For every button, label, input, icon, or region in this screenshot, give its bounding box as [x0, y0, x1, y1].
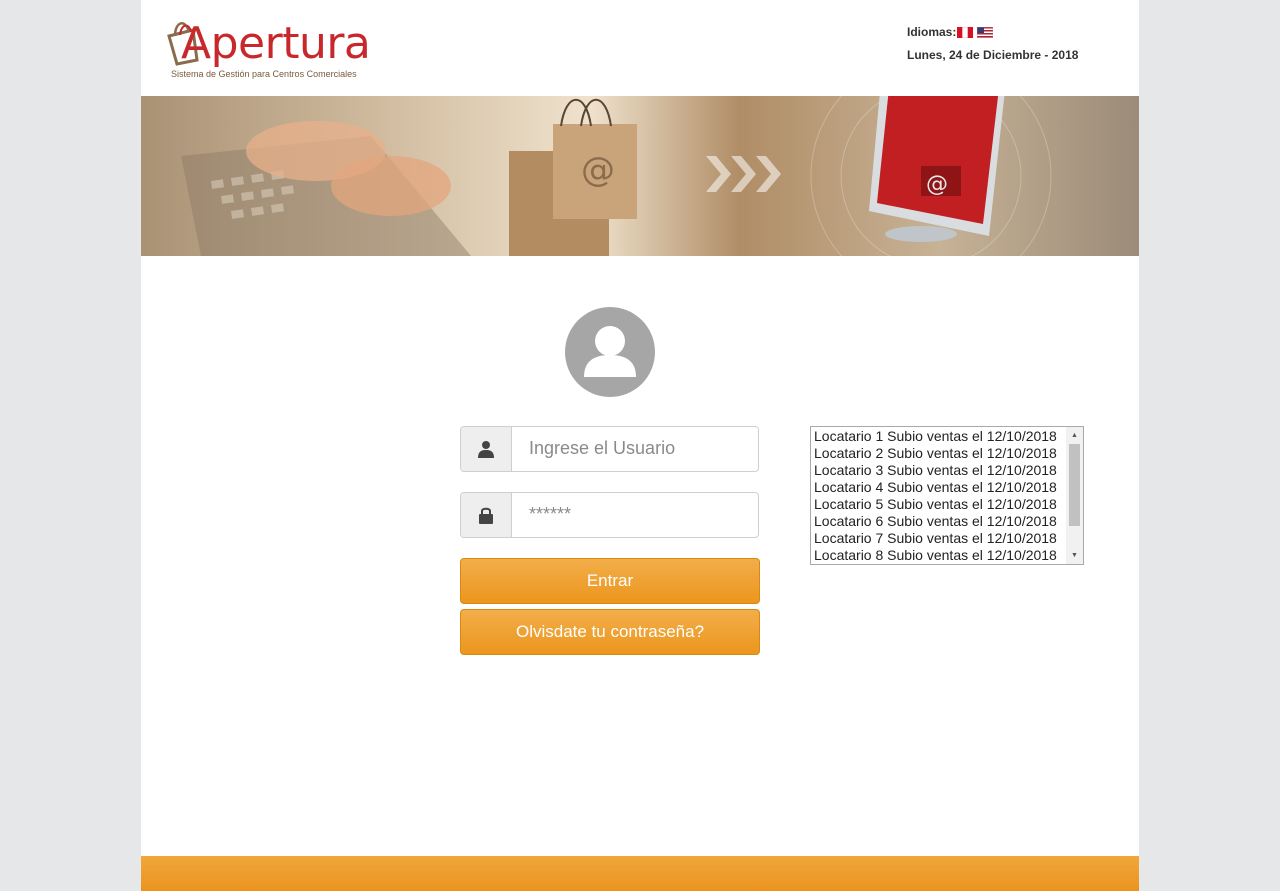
- username-input[interactable]: [512, 427, 758, 469]
- notifications-list: Locatario 1 Subio ventas el 12/10/2018 L…: [814, 428, 1057, 564]
- password-input-group: [460, 492, 759, 538]
- list-item[interactable]: Locatario 8 Subio ventas el 12/10/2018: [814, 547, 1057, 564]
- password-input[interactable]: [512, 493, 758, 535]
- current-date: Lunes, 24 de Diciembre - 2018: [907, 48, 1079, 62]
- username-input-group: [460, 426, 759, 472]
- scroll-down-arrow-icon[interactable]: ▼: [1066, 547, 1083, 564]
- login-button[interactable]: Entrar: [460, 558, 760, 604]
- languages-label: Idiomas:: [907, 25, 957, 39]
- notifications-scrollbar[interactable]: ▲ ▼: [1066, 427, 1083, 564]
- list-item[interactable]: Locatario 5 Subio ventas el 12/10/2018: [814, 496, 1057, 513]
- logo-subtitle: Sistema de Gestión para Centros Comercia…: [171, 69, 357, 79]
- header-banner-image: @ @: [141, 96, 1139, 256]
- notifications-listbox[interactable]: Locatario 1 Subio ventas el 12/10/2018 L…: [810, 426, 1084, 565]
- logo-title: Apertura: [181, 18, 371, 69]
- list-item[interactable]: Locatario 6 Subio ventas el 12/10/2018: [814, 513, 1057, 530]
- list-item[interactable]: Locatario 7 Subio ventas el 12/10/2018: [814, 530, 1057, 547]
- peru-flag-icon[interactable]: [957, 26, 974, 38]
- forgot-password-button[interactable]: Olvisdate tu contraseña?: [460, 609, 760, 655]
- user-avatar-icon: [565, 307, 655, 397]
- svg-text:@: @: [926, 172, 948, 197]
- list-item[interactable]: Locatario 3 Subio ventas el 12/10/2018: [814, 462, 1057, 479]
- user-icon: [461, 427, 512, 471]
- apertura-logo[interactable]: Apertura Sistema de Gestión para Centros…: [163, 16, 373, 82]
- page-container: Apertura Sistema de Gestión para Centros…: [141, 0, 1139, 891]
- lock-icon: [461, 493, 512, 537]
- list-item[interactable]: Locatario 1 Subio ventas el 12/10/2018: [814, 428, 1057, 445]
- scrollbar-thumb[interactable]: [1069, 444, 1080, 526]
- list-item[interactable]: Locatario 4 Subio ventas el 12/10/2018: [814, 479, 1057, 496]
- language-selector: Idiomas:: [907, 25, 994, 39]
- svg-text:@: @: [581, 150, 615, 190]
- scroll-up-arrow-icon[interactable]: ▲: [1066, 427, 1083, 444]
- list-item[interactable]: Locatario 2 Subio ventas el 12/10/2018: [814, 445, 1057, 462]
- footer-bar: [141, 856, 1139, 891]
- usa-flag-icon[interactable]: [977, 26, 994, 38]
